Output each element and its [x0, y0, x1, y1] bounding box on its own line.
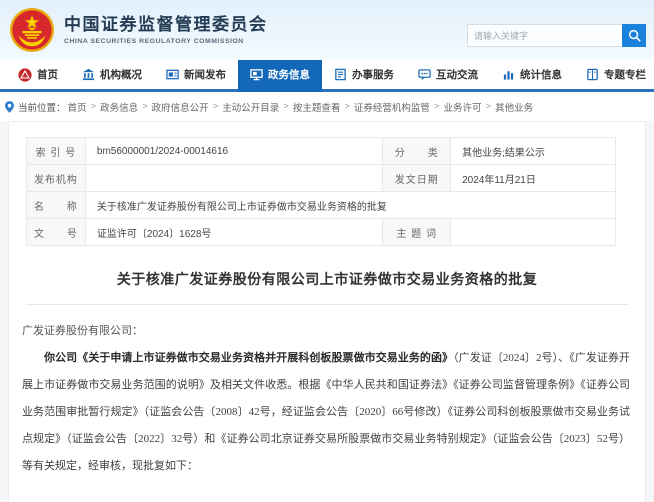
- site-header: 中国证券监督管理委员会 CHINA SECURITIES REGULATORY …: [0, 0, 654, 60]
- breadcrumb-separator: >: [344, 101, 350, 112]
- breadcrumb-separator: >: [90, 101, 97, 112]
- breadcrumb-item-by-topic[interactable]: 按主题查看: [293, 100, 341, 114]
- nav-label: 首页: [37, 69, 58, 81]
- nav-label: 统计信息: [520, 69, 562, 81]
- breadcrumb-separator: >: [283, 101, 289, 112]
- subject-words-value: [450, 218, 616, 246]
- nav-label: 机构概况: [100, 69, 142, 81]
- nav-label: 新闻发布: [184, 69, 226, 81]
- meta-row-name: 名 称 关于核准广发证券股份有限公司上市证券做市交易业务资格的批复: [26, 191, 617, 219]
- nav-item-about[interactable]: 机构概况: [70, 60, 154, 89]
- meta-row-publisher: 发布机构 发文日期 2024年11月21日: [26, 164, 616, 192]
- doc-name-label: 名 称: [26, 191, 86, 219]
- main-nav: 首页 机构概况 新闻发布 政务信息 办事服务 互动交流 统计信息 专题专栏: [0, 60, 654, 92]
- doc-number-label: 文 号: [26, 218, 86, 246]
- meta-row-docno: 文 号 证监许可〔2024〕1628号 主 题 词: [26, 218, 616, 246]
- breadcrumb-separator: >: [433, 101, 440, 112]
- breadcrumb-item-home[interactable]: 首页: [68, 100, 87, 114]
- category-label: 分 类: [382, 137, 452, 165]
- search-input[interactable]: [467, 24, 622, 47]
- nav-item-interaction[interactable]: 互动交流: [406, 60, 490, 89]
- breadcrumb-item-securities-regulation[interactable]: 证券经营机构监管: [354, 100, 430, 114]
- breadcrumb-item-government-info[interactable]: 政务信息: [100, 100, 138, 114]
- content-card: 索 引 号 bm56000001/2024-00014616 分 类 其他业务;…: [8, 121, 646, 502]
- site-title: 中国证券监督管理委员会: [64, 15, 268, 34]
- nav-item-statistics[interactable]: 统计信息: [490, 60, 574, 89]
- publisher-value: [84, 164, 384, 192]
- nav-label: 政务信息: [268, 69, 310, 81]
- nav-item-services[interactable]: 办事服务: [322, 60, 406, 89]
- document-body: 广发证券股份有限公司： 你公司《关于申请上市证券做市交易业务资格并开展科创板股票…: [9, 322, 645, 502]
- nav-item-government-info[interactable]: 政务信息: [238, 60, 322, 89]
- brand-text: 中国证券监督管理委员会 CHINA SECURITIES REGULATORY …: [64, 15, 268, 45]
- breadcrumb-separator: >: [485, 101, 492, 112]
- category-value: 其他业务;结果公示: [450, 137, 616, 165]
- index-number-value: bm56000001/2024-00014616: [84, 137, 384, 165]
- breadcrumb-item-other-business[interactable]: 其他业务: [495, 100, 533, 114]
- breadcrumb-item-catalog[interactable]: 主动公开目录: [222, 100, 279, 114]
- breadcrumb-item-info-disclosure[interactable]: 政府信息公开: [152, 100, 209, 114]
- breadcrumb: 当前位置： 首页 > 政务信息 > 政府信息公开 > 主动公开目录 > 按主题查…: [0, 92, 654, 121]
- index-number-label: 索 引 号: [26, 137, 86, 165]
- chat-icon: [418, 68, 431, 81]
- national-emblem-icon: [9, 7, 55, 53]
- bank-icon: [82, 68, 95, 81]
- location-pin-icon: [5, 100, 14, 113]
- meta-table-wrap: 索 引 号 bm56000001/2024-00014616 分 类 其他业务;…: [9, 122, 645, 246]
- nav-label: 办事服务: [352, 69, 394, 81]
- nav-item-special-topics[interactable]: 专题专栏: [574, 60, 654, 89]
- nav-item-news[interactable]: 新闻发布: [154, 60, 238, 89]
- document-title: 关于核准广发证券股份有限公司上市证券做市交易业务资格的批复: [116, 271, 538, 287]
- nav-item-home[interactable]: 首页: [6, 60, 70, 89]
- news-icon: [166, 68, 179, 81]
- breadcrumb-separator: >: [142, 101, 148, 112]
- site-logo[interactable]: 中国证券监督管理委员会 CHINA SECURITIES REGULATORY …: [9, 7, 268, 53]
- nav-label: 互动交流: [436, 69, 478, 81]
- site-subtitle: CHINA SECURITIES REGULATORY COMMISSION: [64, 38, 244, 45]
- title-divider: [26, 304, 628, 305]
- document-meta-table: 索 引 号 bm56000001/2024-00014616 分 类 其他业务;…: [26, 137, 617, 246]
- doc-number-value: 证监许可〔2024〕1628号: [84, 218, 384, 246]
- meta-row-index: 索 引 号 bm56000001/2024-00014616 分 类 其他业务;…: [26, 137, 616, 165]
- search-icon: [628, 29, 641, 42]
- paragraph-basis: 你公司《关于申请上市证券做市交易业务资格并开展科创板股票做市交易业务的函》（广发…: [22, 345, 630, 480]
- column-icon: [586, 68, 599, 81]
- publish-date-value: 2024年11月21日: [450, 164, 616, 192]
- breadcrumb-item-business-license[interactable]: 业务许可: [443, 100, 481, 114]
- breadcrumb-prefix: 当前位置：: [18, 102, 66, 114]
- document-icon: [334, 68, 347, 81]
- paragraph-basis-bold: 你公司《关于申请上市证券做市交易业务资格并开展科创板股票做市交易业务的函》: [44, 352, 454, 364]
- csrc-logo-icon: [18, 67, 32, 82]
- bar-chart-icon: [502, 68, 515, 81]
- doc-name-value: 关于核准广发证券股份有限公司上市证券做市交易业务资格的批复: [84, 191, 617, 219]
- search-button[interactable]: [622, 24, 646, 47]
- subject-words-label: 主 题 词: [382, 218, 452, 246]
- search-bar: [467, 24, 646, 47]
- publish-date-label: 发文日期: [382, 164, 452, 192]
- nav-label: 专题专栏: [604, 69, 646, 81]
- monitor-icon: [250, 68, 263, 81]
- publisher-label: 发布机构: [26, 164, 86, 192]
- breadcrumb-separator: >: [212, 101, 219, 112]
- paragraph-basis-rest: （广发证〔2024〕2号）、《广发证券开展上市证券做市交易业务范围的说明》及相关…: [22, 352, 630, 472]
- salutation: 广发证券股份有限公司：: [22, 325, 143, 337]
